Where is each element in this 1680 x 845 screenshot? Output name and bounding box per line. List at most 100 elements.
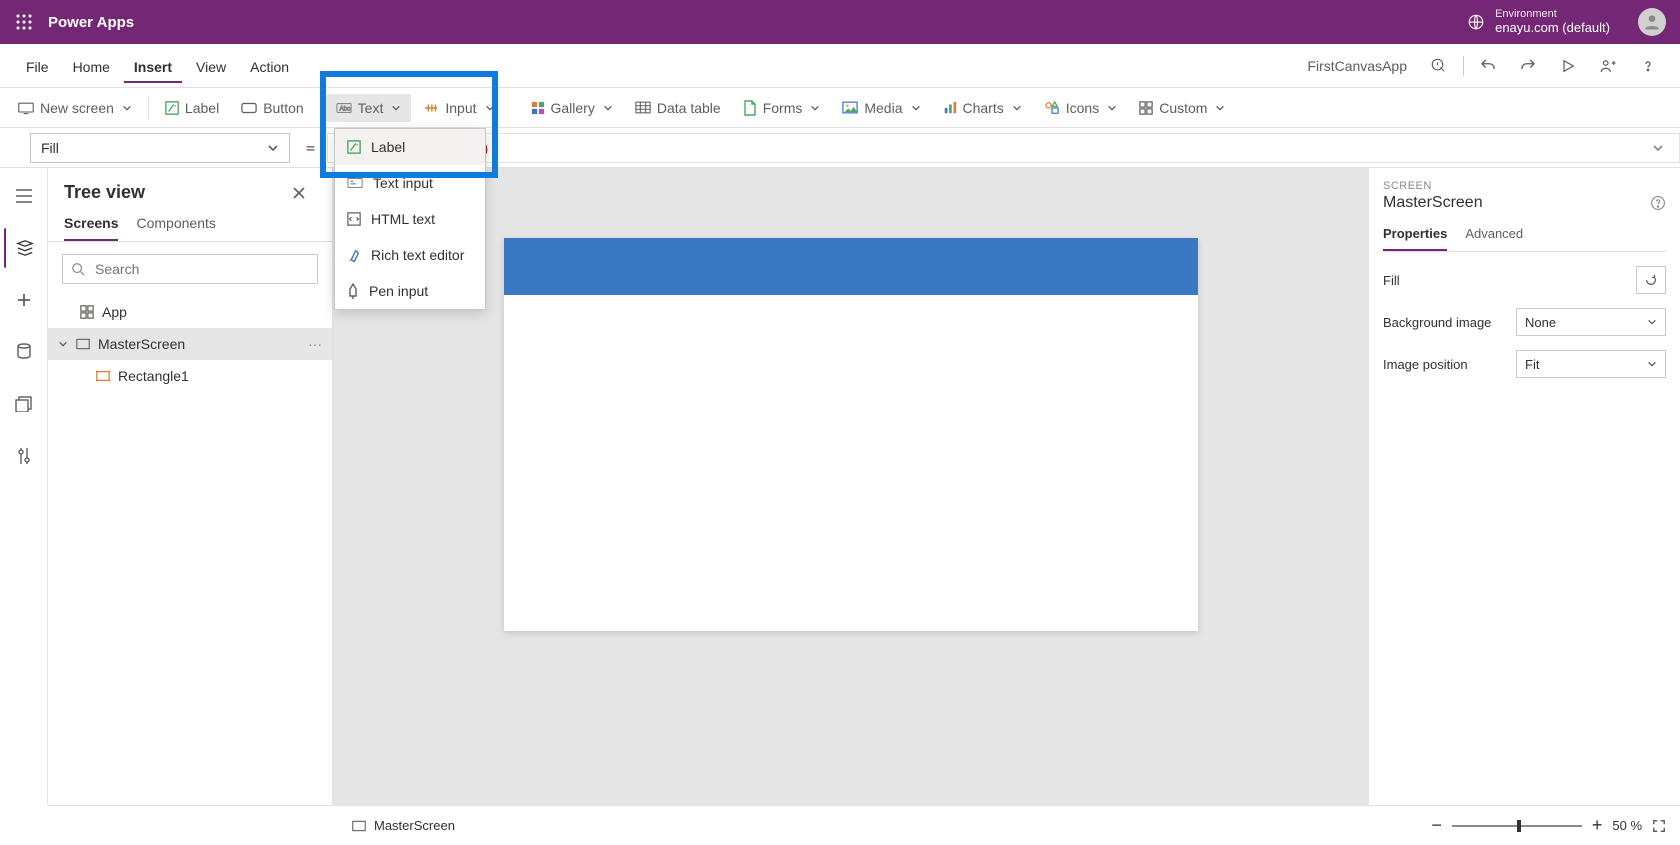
- input-button[interactable]: Input: [413, 94, 504, 122]
- equals-sign: =: [306, 139, 315, 157]
- hamburger-icon[interactable]: [4, 176, 44, 216]
- menu-file[interactable]: File: [16, 49, 59, 83]
- property-selector[interactable]: Fill: [30, 133, 290, 163]
- menu-home[interactable]: Home: [63, 49, 120, 83]
- screen-icon: [76, 338, 90, 350]
- custom-button[interactable]: Custom: [1129, 94, 1235, 122]
- reset-fill-button[interactable]: [1636, 266, 1666, 294]
- canvas-area[interactable]: [333, 168, 1368, 805]
- tree-node-app[interactable]: App: [48, 296, 332, 328]
- help-icon[interactable]: [1650, 195, 1666, 211]
- dropdown-item-peninput[interactable]: Pen input: [335, 273, 485, 309]
- dropdown-item-text: Text input: [373, 175, 433, 191]
- tab-properties[interactable]: Properties: [1383, 226, 1447, 251]
- separator: [148, 96, 149, 120]
- chevron-down-icon[interactable]: [58, 339, 68, 349]
- app-title: Power Apps: [48, 14, 134, 31]
- zoom-in-button[interactable]: +: [1592, 815, 1603, 836]
- checker-icon[interactable]: [1423, 50, 1455, 82]
- screen-icon: [352, 820, 366, 832]
- play-icon[interactable]: [1552, 50, 1584, 82]
- canvas-rectangle1[interactable]: [504, 238, 1198, 295]
- button-icon: [241, 102, 257, 114]
- text-input-icon: [347, 177, 363, 189]
- more-icon[interactable]: ···: [308, 336, 322, 352]
- text-button[interactable]: Abc Text: [326, 94, 412, 122]
- imagepos-value: Fit: [1525, 357, 1539, 372]
- zoom-unit: %: [1630, 818, 1642, 833]
- menu-action[interactable]: Action: [240, 49, 299, 83]
- share-icon[interactable]: [1592, 50, 1624, 82]
- gallery-icon: [531, 101, 545, 115]
- tree-node-rectangle1[interactable]: Rectangle1: [48, 360, 332, 392]
- custom-label: Custom: [1159, 100, 1207, 116]
- dropdown-item-text: Pen input: [369, 283, 428, 299]
- prop-fill-label: Fill: [1383, 273, 1636, 288]
- help-icon[interactable]: [1632, 50, 1664, 82]
- icons-button[interactable]: Icons: [1034, 94, 1127, 122]
- properties-name: MasterScreen: [1383, 194, 1483, 212]
- forms-button[interactable]: Forms: [733, 94, 831, 122]
- fit-to-screen-icon[interactable]: [1652, 819, 1666, 833]
- text-icon: Abc: [336, 102, 352, 114]
- tree-panel: Tree view Screens Components App MasterS…: [48, 168, 333, 805]
- insert-panel-icon[interactable]: [4, 280, 44, 320]
- media-panel-icon[interactable]: [4, 384, 44, 424]
- rectangle-icon: [96, 370, 110, 382]
- app-header: Power Apps Environment enayu.com (defaul…: [0, 0, 1680, 44]
- dropdown-item-textinput[interactable]: Text input: [335, 165, 485, 201]
- chevron-down-icon: [1647, 317, 1657, 327]
- gallery-label: Gallery: [551, 100, 595, 116]
- prop-bgimage-label: Background image: [1383, 315, 1516, 330]
- menu-view[interactable]: View: [186, 49, 236, 83]
- advanced-tools-icon[interactable]: [4, 436, 44, 476]
- forms-icon: [743, 100, 757, 116]
- new-screen-button[interactable]: New screen: [8, 94, 142, 122]
- label-text: Label: [185, 100, 219, 116]
- bgimage-value: None: [1525, 315, 1556, 330]
- menu-insert[interactable]: Insert: [124, 49, 182, 83]
- formula-input[interactable]: RGBA(255, 2 55, 255, 1): [327, 133, 1680, 163]
- zoom-slider[interactable]: [1452, 825, 1582, 827]
- dropdown-item-text: HTML text: [371, 211, 435, 227]
- canvas-screen[interactable]: [504, 238, 1198, 631]
- dropdown-item-richtext[interactable]: Rich text editor: [335, 237, 485, 273]
- table-icon: [635, 101, 651, 114]
- dropdown-item-htmltext[interactable]: HTML text: [335, 201, 485, 237]
- tree-node-masterscreen[interactable]: MasterScreen ···: [48, 328, 332, 360]
- gallery-button[interactable]: Gallery: [521, 94, 623, 122]
- html-text-icon: [347, 212, 361, 226]
- label-button[interactable]: Label: [155, 94, 229, 122]
- close-icon[interactable]: [292, 186, 316, 200]
- bgimage-select[interactable]: None: [1516, 308, 1666, 336]
- tab-components[interactable]: Components: [136, 215, 215, 241]
- tab-screens[interactable]: Screens: [64, 215, 118, 241]
- formula-bar: Fill = RGBA(255, 2 55, 255, 1): [0, 128, 1680, 168]
- icons-label: Icons: [1066, 100, 1099, 116]
- search-input[interactable]: [93, 260, 309, 278]
- undo-icon[interactable]: [1472, 50, 1504, 82]
- waffle-icon[interactable]: [8, 6, 40, 38]
- avatar[interactable]: [1638, 8, 1666, 36]
- button-button[interactable]: Button: [231, 94, 313, 122]
- tab-advanced[interactable]: Advanced: [1465, 226, 1523, 251]
- environment-picker[interactable]: Environment enayu.com (default): [1455, 8, 1622, 36]
- redo-icon[interactable]: [1512, 50, 1544, 82]
- data-table-button[interactable]: Data table: [625, 94, 731, 122]
- input-icon: [423, 101, 439, 115]
- chevron-down-icon: [391, 103, 401, 113]
- tree-node-label: Rectangle1: [118, 368, 189, 384]
- footer: MasterScreen − + 50 %: [48, 805, 1680, 845]
- zoom-out-button[interactable]: −: [1431, 815, 1442, 836]
- tree-search[interactable]: [62, 254, 318, 284]
- media-button[interactable]: Media: [832, 94, 930, 122]
- canvas-app-name: FirstCanvasApp: [1307, 58, 1407, 74]
- imagepos-select[interactable]: Fit: [1516, 350, 1666, 378]
- breadcrumb-screen[interactable]: MasterScreen: [374, 818, 455, 833]
- tree-view-icon[interactable]: [4, 228, 44, 268]
- charts-button[interactable]: Charts: [933, 94, 1032, 122]
- expand-formula-icon[interactable]: [1647, 142, 1669, 154]
- charts-label: Charts: [963, 100, 1004, 116]
- data-panel-icon[interactable]: [4, 332, 44, 372]
- dropdown-item-label[interactable]: Label: [335, 129, 485, 165]
